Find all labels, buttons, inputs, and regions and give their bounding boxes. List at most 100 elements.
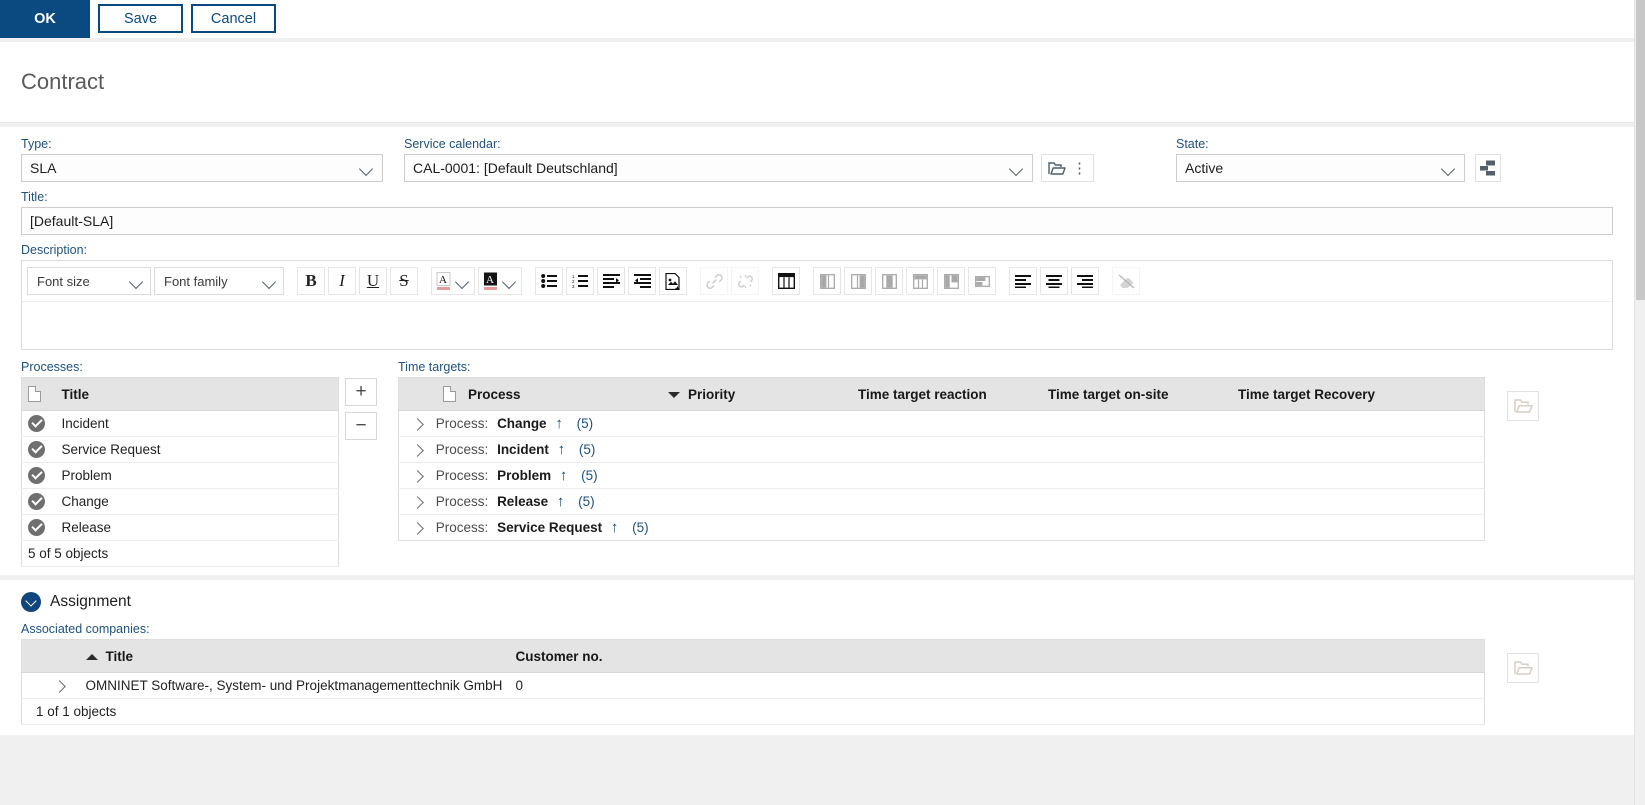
folder-open-icon	[1048, 161, 1066, 176]
time-targets-header-row: Process Priority Time target reaction Ti…	[398, 377, 1485, 411]
company-title-link[interactable]: OMNINET Software-, System- und Projektma…	[79, 672, 510, 699]
group-row[interactable]: Process: Service Request ↑ (5)	[399, 515, 1485, 541]
svg-text:A: A	[439, 274, 447, 286]
title-input[interactable]: [Default-SLA]	[21, 207, 1613, 235]
time-targets-browse-button[interactable]	[1507, 391, 1539, 421]
remove-link-button[interactable]	[731, 267, 759, 295]
group-row[interactable]: Process: Release ↑ (5)	[398, 488, 1485, 515]
processes-icon-column-header[interactable]	[21, 377, 56, 411]
page-scrollbar-thumb[interactable]	[1636, 0, 1645, 300]
chevron-right-icon[interactable]	[411, 418, 424, 431]
align-left-button[interactable]	[1009, 267, 1037, 295]
table-row[interactable]: Service Request	[21, 436, 339, 463]
link-icon	[705, 273, 723, 289]
insert-table-button[interactable]	[772, 267, 800, 295]
service-calendar-select[interactable]: CAL-0001: [Default Deutschland]	[404, 154, 1034, 182]
clear-formatting-button[interactable]	[1112, 267, 1140, 295]
row-title-cell: Incident	[55, 410, 339, 437]
row-status-cell	[21, 488, 56, 515]
time-targets-reaction-column-header[interactable]: Time target reaction	[852, 377, 1042, 411]
underline-button[interactable]: U	[359, 267, 387, 295]
time-targets-label: Time targets:	[398, 360, 471, 374]
group-count: (5)	[576, 416, 594, 431]
text-color-button[interactable]: A	[431, 267, 475, 295]
add-process-button[interactable]: +	[345, 378, 377, 406]
align-right-button[interactable]	[1071, 267, 1099, 295]
chevron-right-icon[interactable]	[52, 680, 66, 693]
group-row[interactable]: Process: Problem ↑ (5)	[398, 462, 1485, 489]
merge-cells-button[interactable]	[937, 267, 965, 295]
chevron-right-icon[interactable]	[411, 496, 424, 509]
associated-companies-customer-no-column-header[interactable]: Customer no.	[509, 639, 1485, 673]
processes-title-column-header[interactable]: Title	[55, 377, 339, 411]
chevron-right-icon[interactable]	[411, 470, 424, 483]
associated-companies-browse-button[interactable]	[1507, 653, 1539, 683]
time-targets-browse-wrap	[1507, 391, 1539, 421]
title-label: Title:	[21, 190, 48, 204]
group-row-cell: Process: Release ↑ (5)	[398, 488, 1485, 515]
chevron-down-icon[interactable]	[503, 274, 517, 288]
group-prefix: Process:	[435, 416, 489, 431]
table-row[interactable]: Release	[21, 514, 339, 541]
highlight-color-button[interactable]: A	[478, 267, 522, 295]
group-row[interactable]: Process: Change ↑ (5)	[398, 410, 1485, 437]
outdent-icon	[633, 274, 651, 288]
bullet-list-button[interactable]	[535, 267, 563, 295]
table-row[interactable]: OMNINET Software-, System- und Projektma…	[21, 672, 1485, 699]
split-cell-button[interactable]	[968, 267, 996, 295]
time-targets-priority-column-header[interactable]: Priority	[662, 377, 852, 411]
type-select[interactable]: SLA	[21, 154, 383, 182]
outdent-button[interactable]	[628, 267, 656, 295]
page-header: Contract	[0, 42, 1634, 123]
page-scrollbar-track[interactable]	[1634, 0, 1645, 805]
time-targets-recovery-column-header[interactable]: Time target Recovery	[1232, 377, 1485, 411]
time-targets-onsite-column-header[interactable]: Time target on-site	[1042, 377, 1232, 411]
chevron-down-icon	[1442, 161, 1456, 175]
assignment-collapse-toggle[interactable]	[21, 592, 41, 612]
insert-link-button[interactable]	[700, 267, 728, 295]
document-icon	[443, 386, 456, 403]
insert-column-right-button[interactable]	[844, 267, 872, 295]
font-family-select[interactable]: Font family	[154, 267, 284, 295]
table-row[interactable]: Problem	[21, 462, 339, 489]
delete-column-button[interactable]	[875, 267, 903, 295]
ok-button[interactable]: OK	[0, 0, 90, 38]
align-center-button[interactable]	[1040, 267, 1068, 295]
description-editor-body[interactable]	[22, 301, 1612, 349]
service-calendar-browse-button[interactable]: ⋮	[1041, 154, 1094, 182]
table-row[interactable]: Change	[21, 488, 339, 515]
group-name: Change	[497, 416, 547, 431]
indent-button[interactable]	[597, 267, 625, 295]
chevron-right-icon[interactable]	[411, 522, 424, 535]
save-button[interactable]: Save	[98, 4, 183, 33]
state-select[interactable]: Active	[1176, 154, 1466, 182]
state-workflow-button[interactable]	[1475, 154, 1501, 182]
sort-descending-icon	[668, 391, 680, 398]
numbered-list-button[interactable]: 1 2 3	[566, 267, 594, 295]
broken-link-icon	[737, 274, 754, 289]
associated-companies-browse-wrap	[1507, 653, 1539, 683]
chevron-down-icon[interactable]	[456, 274, 470, 288]
remove-process-button[interactable]: −	[345, 412, 377, 440]
arrow-up-icon: ↑	[556, 493, 565, 510]
service-calendar-value: CAL-0001: [Default Deutschland]	[413, 160, 618, 176]
font-size-select[interactable]: Font size	[27, 267, 151, 295]
cancel-button[interactable]: Cancel	[191, 4, 276, 33]
table-row[interactable]: Incident	[21, 410, 339, 437]
insert-row-button[interactable]	[906, 267, 934, 295]
table-column-right-icon	[850, 273, 866, 289]
insert-column-left-button[interactable]	[813, 267, 841, 295]
italic-button[interactable]: I	[328, 267, 356, 295]
group-row[interactable]: Process: Incident ↑ (5)	[398, 436, 1485, 463]
strikethrough-button[interactable]: S	[390, 267, 418, 295]
row-expander-cell[interactable]	[21, 672, 80, 699]
time-targets-icon-column-header[interactable]	[398, 377, 462, 411]
associated-companies-wrap: Title Customer no. OMNINET Software-, Sy…	[21, 639, 1613, 725]
associated-companies-title-column-header[interactable]: Title	[79, 639, 510, 673]
associated-companies-expander-column-header	[21, 639, 80, 673]
time-targets-process-column-header[interactable]: Process	[462, 377, 662, 411]
associated-companies-table-body: OMNINET Software-, System- und Projektma…	[21, 672, 1485, 725]
chevron-right-icon[interactable]	[411, 444, 424, 457]
insert-image-button[interactable]	[659, 267, 687, 295]
bold-button[interactable]: B	[297, 267, 325, 295]
